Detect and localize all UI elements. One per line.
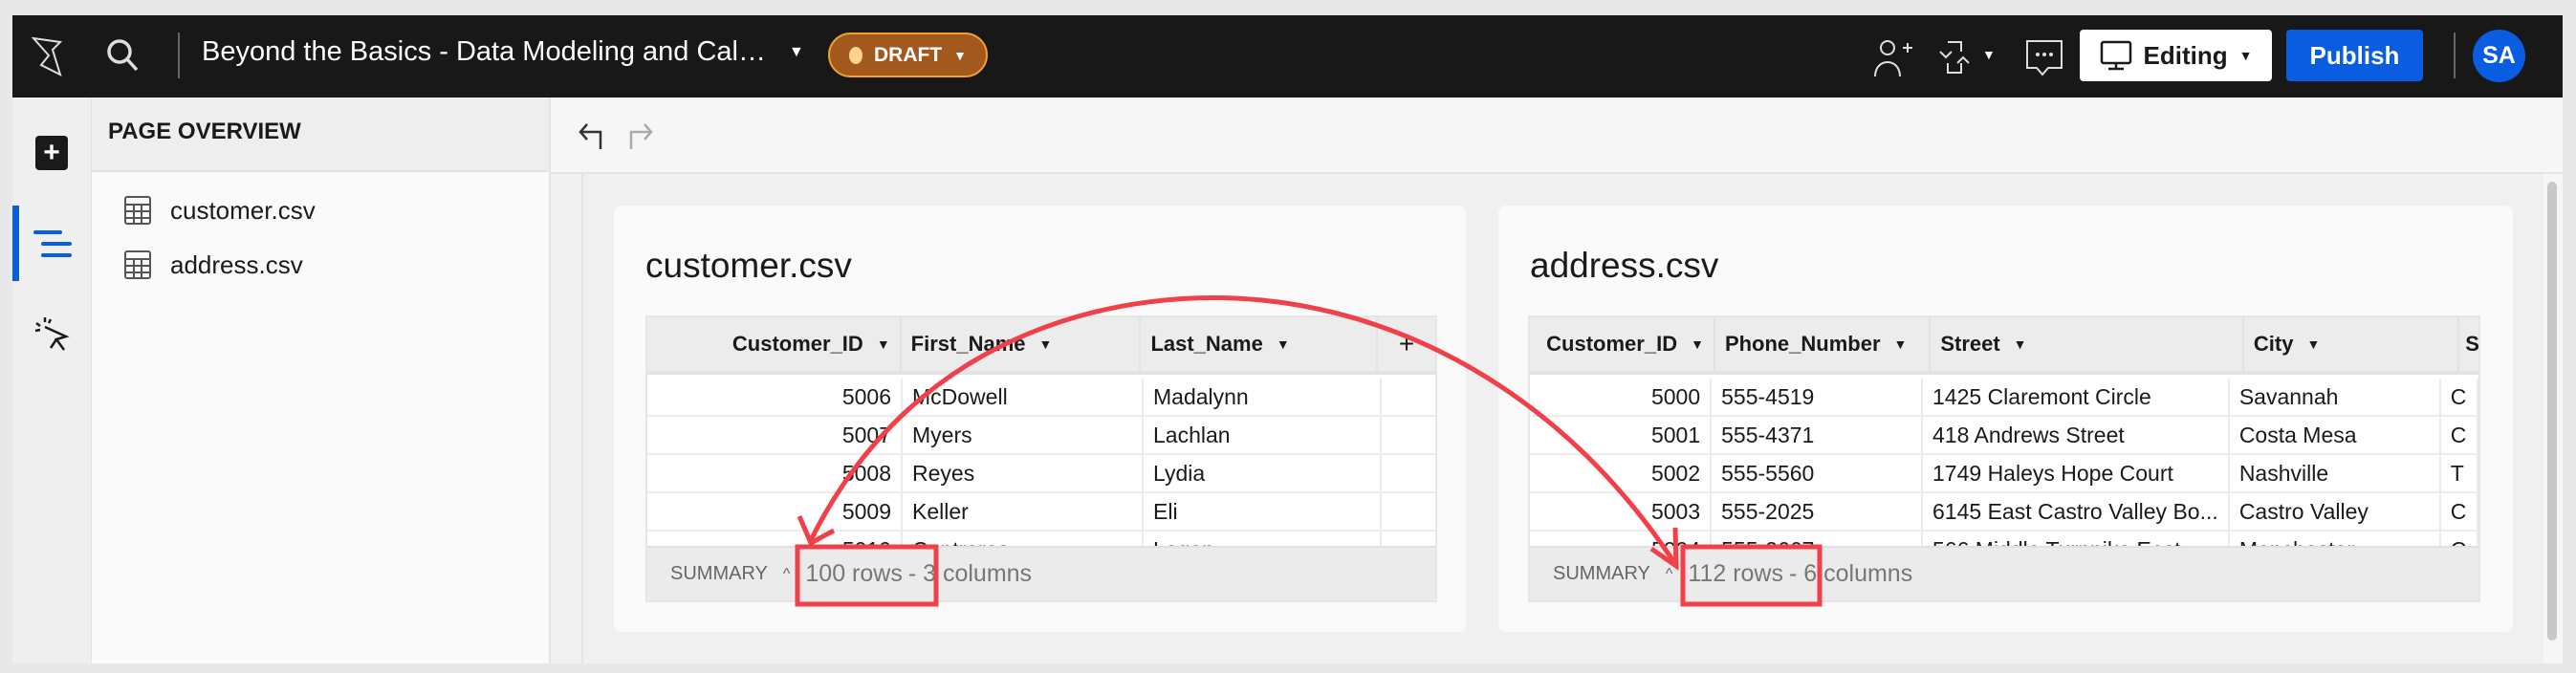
highlight-box-customer-rows xyxy=(795,544,939,607)
highlight-box-address-rows xyxy=(1680,544,1823,607)
annotation-overlay xyxy=(795,295,1823,607)
connector-arrow xyxy=(808,295,1678,566)
